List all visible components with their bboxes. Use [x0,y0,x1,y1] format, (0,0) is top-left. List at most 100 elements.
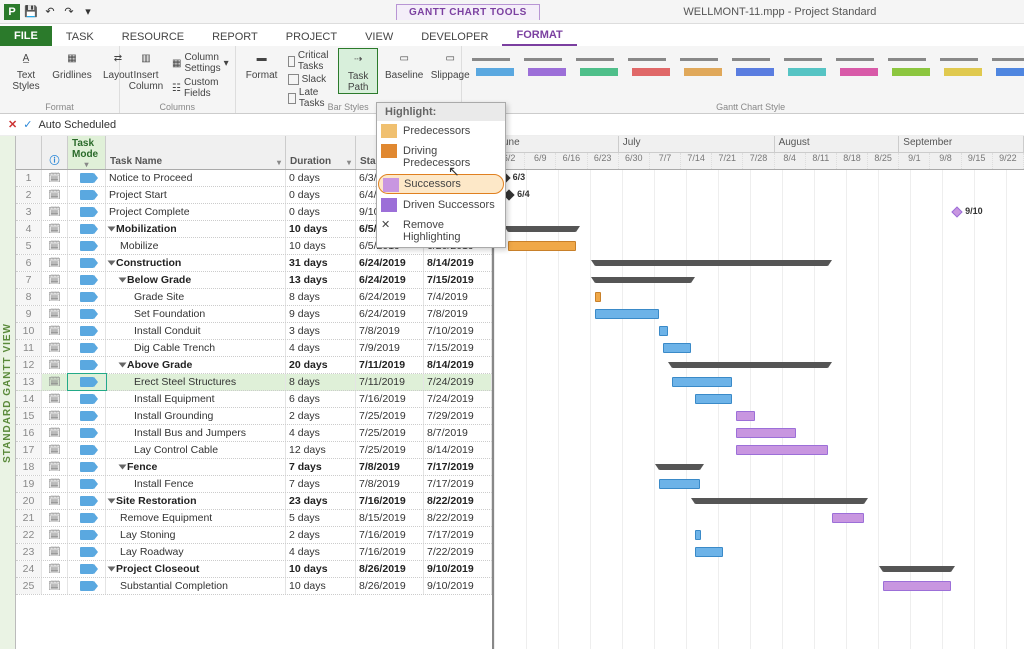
gantt-bar[interactable] [672,362,827,368]
gantt-bar[interactable] [736,428,795,438]
task-mode-cell[interactable] [68,476,106,492]
gantt-style-swatch[interactable] [884,54,930,82]
finish-cell[interactable]: 7/24/2019 [424,391,492,407]
table-row[interactable]: 22🗓Lay Stoning2 days7/16/20197/17/2019 [16,527,492,544]
task-path-button[interactable]: ⇢Task Path [338,48,378,94]
collapse-icon[interactable] [108,567,116,572]
cancel-icon[interactable]: ✕ [8,118,17,131]
row-number[interactable]: 3 [16,204,42,220]
start-cell[interactable]: 6/24/2019 [356,306,424,322]
col-duration[interactable]: Duration▾ [286,136,356,169]
menu-remove-highlight[interactable]: ✕Remove Highlighting [377,215,505,247]
start-cell[interactable]: 8/26/2019 [356,578,424,594]
task-mode-cell[interactable] [68,408,106,424]
row-number[interactable]: 7 [16,272,42,288]
duration-cell[interactable]: 8 days [286,289,356,305]
table-row[interactable]: 20🗓Site Restoration23 days7/16/20198/22/… [16,493,492,510]
task-mode-cell[interactable] [68,544,106,560]
task-mode-cell[interactable] [68,425,106,441]
milestone-icon[interactable] [951,206,962,217]
task-name-cell[interactable]: Construction [106,255,286,271]
critical-tasks-check[interactable]: Critical Tasks [288,50,333,72]
duration-cell[interactable]: 2 days [286,527,356,543]
gantt-style-swatch[interactable] [936,54,982,82]
table-row[interactable]: 14🗓Install Equipment6 days7/16/20197/24/… [16,391,492,408]
task-name-cell[interactable]: Install Grounding [106,408,286,424]
duration-cell[interactable]: 5 days [286,510,356,526]
collapse-icon[interactable] [108,261,116,266]
task-mode-cell[interactable] [68,289,106,305]
collapse-icon[interactable] [119,278,127,283]
col-indicators[interactable]: ⓘ [42,136,68,169]
gantt-bar[interactable] [695,547,722,557]
duration-cell[interactable]: 10 days [286,578,356,594]
task-mode-cell[interactable] [68,493,106,509]
finish-cell[interactable]: 7/15/2019 [424,272,492,288]
col-task-name[interactable]: Task Name▾ [106,136,286,169]
task-mode-cell[interactable] [68,323,106,339]
task-name-cell[interactable]: Remove Equipment [106,510,286,526]
custom-fields-button[interactable]: ☷ Custom Fields [172,77,229,99]
task-mode-cell[interactable] [68,306,106,322]
qat-more-icon[interactable]: ▾ [80,4,96,20]
task-name-cell[interactable]: Mobilize [106,238,286,254]
gantt-bar[interactable] [695,394,732,404]
finish-cell[interactable]: 7/24/2019 [424,374,492,390]
finish-cell[interactable]: 8/7/2019 [424,425,492,441]
row-number[interactable]: 5 [16,238,42,254]
collapse-icon[interactable] [108,499,116,504]
collapse-icon[interactable] [119,363,127,368]
accept-icon[interactable]: ✓ [23,118,32,131]
finish-cell[interactable]: 8/14/2019 [424,442,492,458]
task-mode-cell[interactable] [68,578,106,594]
table-row[interactable]: 24🗓Project Closeout10 days8/26/20199/10/… [16,561,492,578]
task-name-cell[interactable]: Below Grade [106,272,286,288]
row-number[interactable]: 11 [16,340,42,356]
row-number[interactable]: 1 [16,170,42,186]
start-cell[interactable]: 6/24/2019 [356,272,424,288]
duration-cell[interactable]: 23 days [286,493,356,509]
gantt-style-swatch[interactable] [676,54,722,82]
duration-cell[interactable]: 8 days [286,374,356,390]
task-name-cell[interactable]: Set Foundation [106,306,286,322]
gantt-style-swatch[interactable] [832,54,878,82]
duration-cell[interactable]: 9 days [286,306,356,322]
task-mode-cell[interactable] [68,527,106,543]
start-cell[interactable]: 7/25/2019 [356,425,424,441]
finish-cell[interactable]: 7/17/2019 [424,459,492,475]
table-row[interactable]: 19🗓Install Fence7 days7/8/20197/17/2019 [16,476,492,493]
tab-task[interactable]: TASK [52,28,108,46]
start-cell[interactable]: 7/16/2019 [356,544,424,560]
table-row[interactable]: 25🗓Substantial Completion10 days8/26/201… [16,578,492,595]
task-mode-cell[interactable] [68,255,106,271]
gantt-style-swatch[interactable] [624,54,670,82]
row-number[interactable]: 16 [16,425,42,441]
menu-driven-successors[interactable]: Driven Successors [377,195,505,215]
duration-cell[interactable]: 0 days [286,170,356,186]
gantt-bar[interactable] [832,513,864,523]
finish-cell[interactable]: 7/22/2019 [424,544,492,560]
duration-cell[interactable]: 4 days [286,544,356,560]
table-row[interactable]: 9🗓Set Foundation9 days6/24/20197/8/2019 [16,306,492,323]
duration-cell[interactable]: 7 days [286,459,356,475]
row-number[interactable]: 9 [16,306,42,322]
task-name-cell[interactable]: Project Closeout [106,561,286,577]
slack-check[interactable]: Slack [288,74,333,85]
task-name-cell[interactable]: Mobilization [106,221,286,237]
task-mode-cell[interactable] [68,238,106,254]
row-number[interactable]: 21 [16,510,42,526]
row-number[interactable]: 2 [16,187,42,203]
text-styles-button[interactable]: A̲Text Styles [6,48,46,92]
task-name-cell[interactable]: Notice to Proceed [106,170,286,186]
finish-cell[interactable]: 8/22/2019 [424,493,492,509]
task-mode-cell[interactable] [68,510,106,526]
save-icon[interactable]: 💾 [23,4,39,20]
duration-cell[interactable]: 2 days [286,408,356,424]
duration-cell[interactable]: 20 days [286,357,356,373]
duration-cell[interactable]: 4 days [286,425,356,441]
row-number[interactable]: 4 [16,221,42,237]
row-number[interactable]: 22 [16,527,42,543]
row-number[interactable]: 10 [16,323,42,339]
gantt-style-swatch[interactable] [988,54,1024,82]
gantt-bar[interactable] [659,326,668,336]
